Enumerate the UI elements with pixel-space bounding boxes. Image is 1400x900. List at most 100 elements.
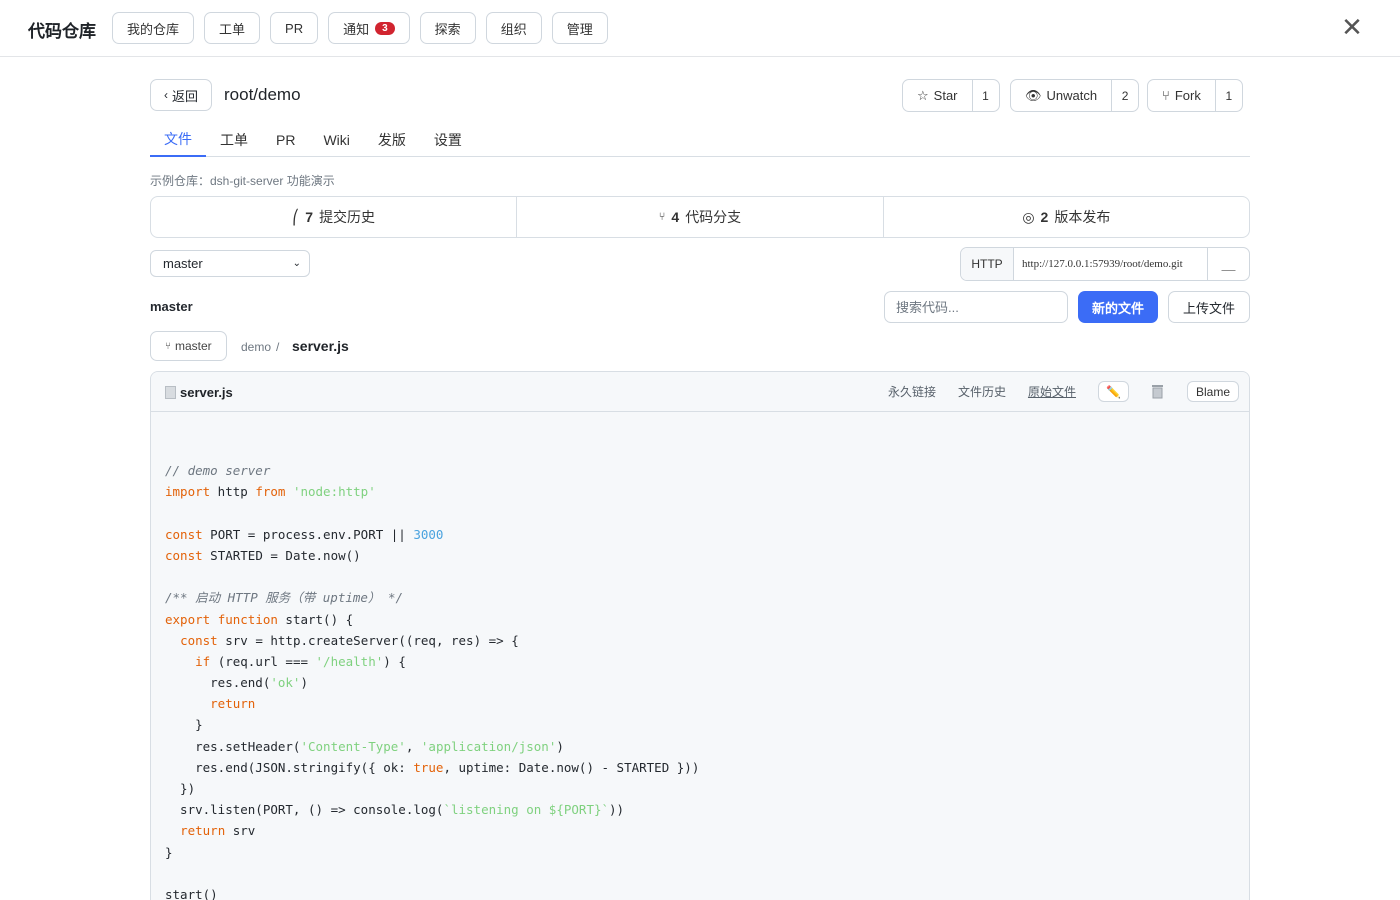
- code-line-12: return: [210, 696, 256, 712]
- star-count[interactable]: 1: [973, 80, 999, 111]
- stat-commits[interactable]: ⎛ 7 提交历史: [151, 197, 518, 237]
- permalink-link[interactable]: 永久链接: [888, 383, 936, 400]
- code-line-7: /** 启动 HTTP 服务（带 uptime） */: [165, 587, 699, 608]
- blame-button[interactable]: Blame: [1186, 381, 1239, 402]
- repo-name: root/demo: [224, 85, 301, 104]
- stat-branches[interactable]: ⑂ 4 代码分支: [517, 197, 884, 237]
- code-token: /** 启动 HTTP 服务（带 uptime） */: [165, 590, 404, 606]
- fork-icon: ⑂: [1162, 88, 1170, 103]
- code-line-10: if (req.url === '/health') {: [195, 653, 406, 669]
- nav-notifications[interactable]: 通知 3: [328, 12, 410, 44]
- fork-group: ⑂ Fork 1: [1147, 79, 1243, 112]
- repo-description: 示例仓库：dsh-git-server 功能演示: [150, 174, 335, 188]
- branch-title: master: [150, 299, 193, 314]
- code-line-13: }: [165, 717, 203, 733]
- top-nav: 代码仓库 我的仓库 工单 PR 通知 3 探索 组织 管理 ✕: [0, 0, 1400, 57]
- code-line-15: res.end(JSON.stringify({ ok: true, uptim…: [165, 759, 700, 775]
- breadcrumb-file: server.js: [292, 338, 349, 354]
- nav-admin[interactable]: 管理: [551, 12, 608, 44]
- code-line-11: res.end('ok'): [165, 675, 308, 691]
- code-line-21: start(): [165, 886, 218, 900]
- branches-count: 4: [671, 209, 680, 225]
- close-icon[interactable]: ✕: [1338, 14, 1366, 42]
- chevron-left-icon: ‹: [164, 88, 168, 102]
- fork-button[interactable]: ⑂ Fork: [1148, 80, 1216, 111]
- watch-count[interactable]: 2: [1112, 80, 1138, 111]
- breadcrumb-separator: /: [276, 340, 280, 354]
- code-line-17: srv.listen(PORT, () => console.log(`list…: [165, 802, 625, 818]
- file-history-link[interactable]: 文件历史: [958, 383, 1006, 400]
- new-file-button[interactable]: 新的文件: [1078, 291, 1158, 323]
- tab-files[interactable]: 文件: [150, 122, 206, 157]
- tab-wiki[interactable]: Wiki: [309, 122, 363, 157]
- star-group: ☆ Star 1: [902, 79, 1000, 112]
- file-name-label: server.js: [180, 385, 233, 400]
- commit-icon: ⎛: [292, 208, 300, 225]
- tab-releases[interactable]: 发版: [364, 122, 420, 157]
- back-button-label: 返回: [172, 88, 199, 104]
- nav-explore[interactable]: 探索: [419, 12, 476, 44]
- nav-orgs-label: 组织: [500, 21, 527, 37]
- nav-explore-label: 探索: [434, 21, 461, 37]
- nav-my-repos-label: 我的仓库: [127, 21, 180, 37]
- edit-pencil-icon[interactable]: ✏️: [1097, 381, 1129, 402]
- code-line-8: export function start() {: [165, 611, 354, 627]
- raw-file-link[interactable]: 原始文件: [1028, 383, 1076, 400]
- star-label: Star: [933, 88, 958, 103]
- star-button[interactable]: ☆ Star: [903, 80, 973, 111]
- stat-releases[interactable]: ◎ 2 版本发布: [884, 197, 1249, 237]
- tab-pr[interactable]: PR: [262, 122, 309, 157]
- nav-admin-label: 管理: [566, 21, 593, 37]
- code-line-1: // demo server: [165, 460, 699, 481]
- releases-count: 2: [1040, 209, 1049, 225]
- code-line-5: const STARTED = Date.now(): [165, 547, 361, 563]
- release-icon: ◎: [1022, 208, 1035, 225]
- commits-label: 提交历史: [319, 209, 376, 225]
- code-line-16: }): [165, 781, 196, 797]
- file-actions: 永久链接 文件历史 原始文件 ✏️ Blame: [888, 381, 1239, 402]
- tab-issues[interactable]: 工单: [206, 122, 262, 157]
- watch-button[interactable]: 👁 Unwatch: [1011, 80, 1113, 111]
- branches-label: 代码分支: [685, 209, 742, 225]
- back-button[interactable]: ‹ 返回: [150, 79, 213, 111]
- nav-pr-label: PR: [285, 20, 304, 36]
- search-code-input[interactable]: [884, 291, 1068, 323]
- branch-icon: ⑂: [658, 211, 666, 223]
- fork-count[interactable]: 1: [1216, 80, 1242, 111]
- nav-orgs[interactable]: 组织: [485, 12, 542, 44]
- nav-issues-label: 工单: [219, 21, 246, 37]
- releases-label: 版本发布: [1054, 209, 1111, 225]
- branch-select[interactable]: master ⌄: [150, 250, 310, 277]
- file-viewer: server.js 永久链接 文件历史 原始文件 ✏️ Blame // dem…: [150, 371, 1250, 900]
- nav-notifications-label: 通知: [343, 21, 370, 37]
- clone-protocol[interactable]: HTTP: [961, 248, 1014, 280]
- nav-pr[interactable]: PR: [270, 12, 319, 44]
- watch-label: Unwatch: [1046, 88, 1098, 103]
- branch-select-value: master: [163, 256, 203, 271]
- nav-issues[interactable]: 工单: [204, 12, 261, 44]
- watch-group: 👁 Unwatch 2: [1010, 79, 1140, 112]
- clone-url[interactable]: http://127.0.0.1:57939/root/demo.git: [1014, 248, 1207, 280]
- code-line-2: import http from 'node:http': [165, 484, 376, 500]
- trash-icon[interactable]: [1151, 384, 1165, 400]
- file-header: server.js 永久链接 文件历史 原始文件 ✏️ Blame: [151, 372, 1249, 412]
- breadcrumb-dir[interactable]: demo: [241, 340, 271, 354]
- branch-chip[interactable]: ⑂ master: [150, 331, 227, 361]
- nav-buttons: 我的仓库 工单 PR 通知 3 探索 组织 管理: [112, 12, 608, 44]
- code-token: // demo server: [165, 463, 271, 479]
- repo-stats: ⎛ 7 提交历史 ⑂ 4 代码分支 ◎ 2 版本发布: [150, 196, 1250, 238]
- tab-settings[interactable]: 设置: [420, 122, 476, 157]
- file-icon: [165, 386, 176, 399]
- code-content: // demo server import http from 'node:htt…: [165, 439, 699, 900]
- copy-icon[interactable]: ＿: [1207, 248, 1249, 280]
- nav-my-repos[interactable]: 我的仓库: [112, 12, 195, 44]
- repo-header: ‹ 返回 root/demo ☆ Star 1 👁 Unwatch 2 ⑂ Fo…: [150, 78, 1250, 112]
- code-line-18: return srv: [180, 823, 256, 839]
- branch-chip-label: master: [175, 339, 212, 353]
- repo-tabs: 文件 工单 PR Wiki 发版 设置: [150, 122, 1250, 157]
- upload-file-button[interactable]: 上传文件: [1168, 291, 1250, 323]
- breadcrumb: ⑂ master demo / server.js: [150, 331, 750, 361]
- brand-title: 代码仓库: [28, 22, 96, 41]
